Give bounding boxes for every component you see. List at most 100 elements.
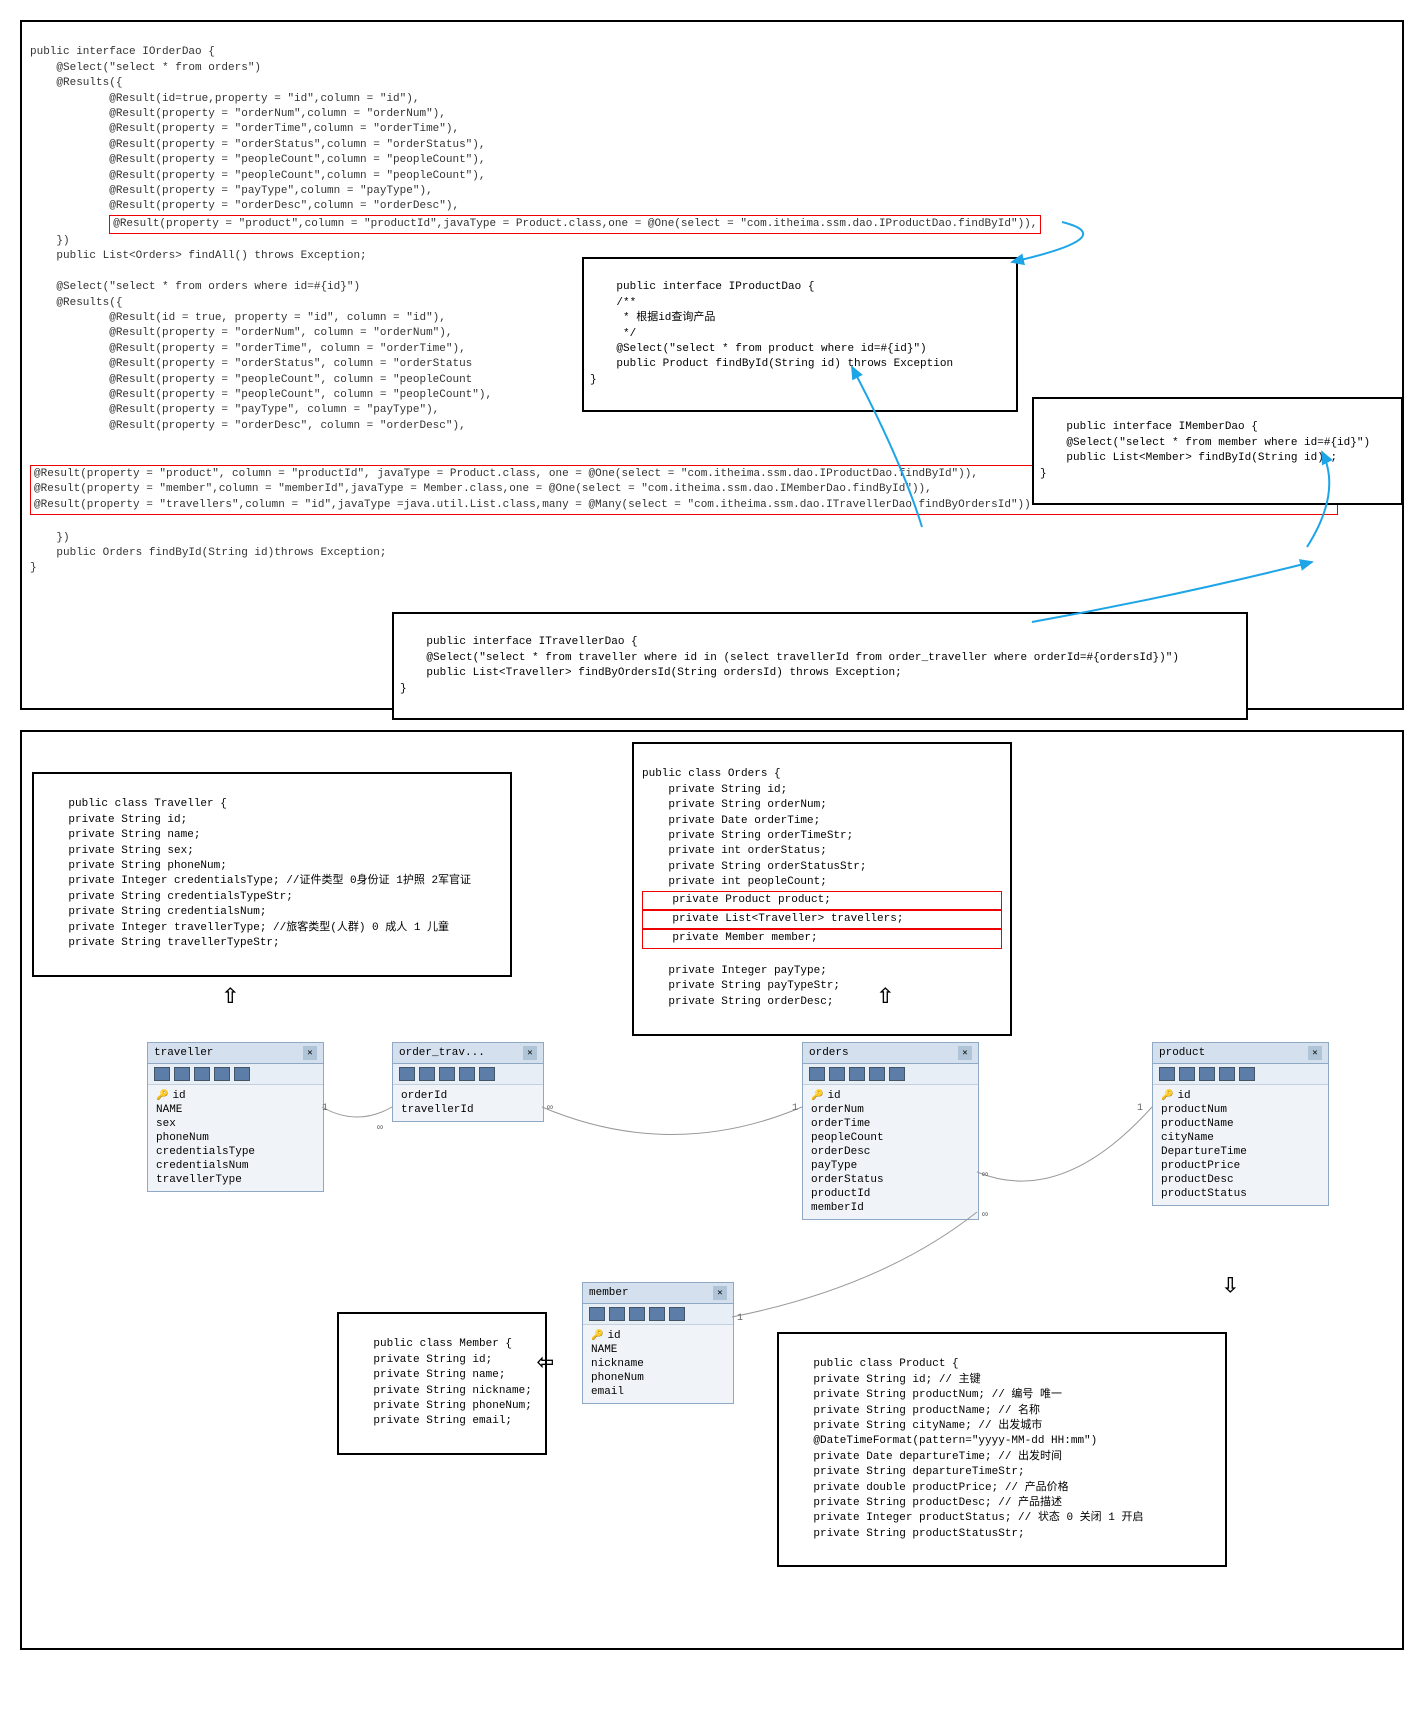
table-title: order_trav... (399, 1047, 485, 1059)
orders-member-field: private Member member; (642, 929, 1002, 948)
table-title: traveller (154, 1047, 213, 1059)
line: @Result(property = "orderStatus",column … (30, 139, 485, 151)
line: @Result(property = "peopleCount",column … (30, 170, 485, 182)
column: email (591, 1385, 725, 1399)
column: phoneNum (591, 1371, 725, 1385)
column: phoneNum (156, 1131, 315, 1145)
line: } (30, 562, 37, 574)
line: public List<Orders> findAll() throws Exc… (30, 250, 367, 262)
column: 🔑id (811, 1089, 970, 1103)
toolbar-row (1153, 1064, 1328, 1085)
traveller-cols: 🔑idNAMEsexphoneNumcredentialsTypecredent… (148, 1085, 323, 1191)
arrow-icon: ⇧ (877, 977, 894, 1012)
highlighted-result-product: @Result(property = "product",column = "p… (109, 215, 1041, 234)
column: payType (811, 1159, 970, 1173)
traveller-table: traveller✕ 🔑idNAMEsexphoneNumcredentials… (147, 1042, 324, 1192)
toolbar-row (148, 1064, 323, 1085)
toolbar-row (803, 1064, 978, 1085)
column: 🔑id (591, 1329, 725, 1343)
line: @Result(property = "orderDesc",column = … (30, 200, 459, 212)
svg-text:1: 1 (1137, 1103, 1143, 1114)
column: travellerType (156, 1173, 315, 1187)
line: @Result(property = "payType",column = "p… (30, 185, 433, 197)
line: @Result(property = "member",column = "me… (34, 483, 932, 495)
column: NAME (591, 1343, 725, 1357)
line: @Result(property = "orderNum",column = "… (30, 108, 446, 120)
imemberdao-inset: public interface IMemberDao { @Select("s… (1032, 397, 1403, 505)
line: @Result(property = "orderTime", column =… (30, 343, 466, 355)
column: nickname (591, 1357, 725, 1371)
orders-class-bot: private Integer payType; private String … (642, 965, 840, 1008)
top-code-panel: public interface IOrderDao { @Select("se… (20, 20, 1404, 710)
line: @Select("select * from orders where id=#… (30, 281, 360, 293)
product-table: product✕ 🔑idproductNumproductNamecityNam… (1152, 1042, 1329, 1206)
member-table: member ✕ 🔑idNAMEnicknamephoneNumemail (582, 1282, 734, 1404)
column: productNum (1161, 1103, 1320, 1117)
column: peopleCount (811, 1131, 970, 1145)
line: @Result(property = "orderDesc", column =… (30, 420, 466, 432)
line: @Result(property = "payType", column = "… (30, 404, 439, 416)
line: @Result(property = "orderStatus", column… (30, 358, 472, 370)
imemberdao-code: public interface IMemberDao { @Select("s… (1040, 421, 1370, 479)
ordertrav-cols: orderIdtravellerId (393, 1085, 543, 1121)
iproductdao-code: public interface IProductDao { /** * 根据i… (590, 281, 953, 385)
column: sex (156, 1117, 315, 1131)
column: DepartureTime (1161, 1145, 1320, 1159)
itravellerdao-inset: public interface ITravellerDao { @Select… (392, 612, 1248, 720)
svg-text:1: 1 (792, 1103, 798, 1114)
line: @Result(id=true,property = "id",column =… (30, 93, 419, 105)
table-title: orders (809, 1047, 849, 1059)
traveller-class-code: public class Traveller { private String … (42, 798, 471, 949)
column: memberId (811, 1201, 970, 1215)
svg-text:∞: ∞ (377, 1123, 383, 1134)
line: @Result(property = "peopleCount",column … (30, 154, 485, 166)
line: @Result(property = "orderNum", column = … (30, 327, 452, 339)
column: orderNum (811, 1103, 970, 1117)
column: orderStatus (811, 1173, 970, 1187)
orders-class-top: public class Orders { private String id;… (642, 768, 866, 888)
close-icon[interactable]: ✕ (523, 1046, 537, 1060)
line: }) (30, 532, 70, 544)
orders-table: orders✕ 🔑idorderNumorderTimepeopleCounto… (802, 1042, 979, 1220)
svg-text:∞: ∞ (982, 1170, 988, 1181)
close-icon[interactable]: ✕ (958, 1046, 972, 1060)
member-class-code: public class Member { private String id;… (347, 1338, 532, 1427)
close-icon[interactable]: ✕ (713, 1286, 727, 1300)
line: @Results({ (30, 77, 122, 89)
line: @Result(property = "product", column = "… (34, 468, 978, 480)
member-cols: 🔑idNAMEnicknamephoneNumemail (583, 1325, 733, 1403)
orders-travellers-field: private List<Traveller> travellers; (642, 910, 1002, 929)
member-class-box: public class Member { private String id;… (337, 1312, 547, 1455)
itravellerdao-code: public interface ITravellerDao { @Select… (400, 636, 1179, 694)
column: travellerId (401, 1103, 535, 1117)
column: orderTime (811, 1117, 970, 1131)
svg-text:∞: ∞ (982, 1210, 988, 1221)
column: credentialsNum (156, 1159, 315, 1173)
line: @Select("select * from orders") (30, 62, 261, 74)
bottom-diagram-panel: public class Traveller { private String … (20, 730, 1404, 1650)
column: productId (811, 1187, 970, 1201)
line: public interface IOrderDao { (30, 46, 215, 58)
column: 🔑id (156, 1089, 315, 1103)
line: @Result(property = "orderTime",column = … (30, 123, 459, 135)
arrow-icon: ⇧ (222, 977, 239, 1012)
arrow-icon: ⇩ (1222, 1267, 1239, 1302)
iproductdao-inset: public interface IProductDao { /** * 根据i… (582, 257, 1018, 412)
column: productStatus (1161, 1187, 1320, 1201)
close-icon[interactable]: ✕ (303, 1046, 317, 1060)
table-title: member (589, 1287, 629, 1299)
column: productName (1161, 1117, 1320, 1131)
line: @Result(property = "product",column = "p… (113, 218, 1037, 230)
svg-text:1: 1 (737, 1313, 743, 1324)
traveller-class-box: public class Traveller { private String … (32, 772, 512, 977)
line: @Result(property = "peopleCount", column… (30, 389, 492, 401)
product-class-code: public class Product { private String id… (787, 1358, 1143, 1539)
arrow-icon: ⇦ (537, 1344, 554, 1379)
column: orderDesc (811, 1145, 970, 1159)
column: 🔑id (1161, 1089, 1320, 1103)
close-icon[interactable]: ✕ (1308, 1046, 1322, 1060)
line: public Orders findById(String id)throws … (30, 547, 386, 559)
line: @Result(id = true, property = "id", colu… (30, 312, 446, 324)
orders-class-box: public class Orders { private String id;… (632, 742, 1012, 1036)
column: NAME (156, 1103, 315, 1117)
